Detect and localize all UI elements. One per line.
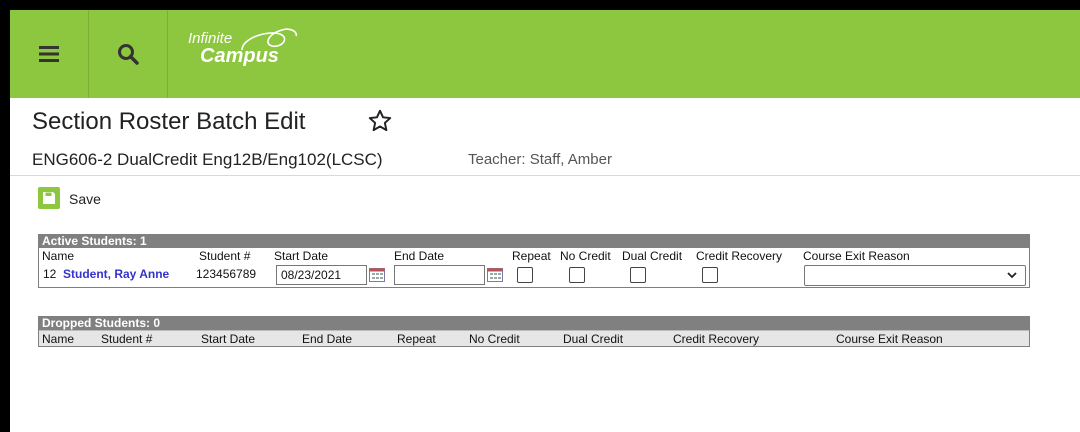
save-icon <box>43 192 55 204</box>
col-no-credit: No Credit <box>469 332 520 346</box>
col-name: Name <box>42 332 75 346</box>
col-course-exit-reason: Course Exit Reason <box>803 249 910 263</box>
col-credit-recovery: Credit Recovery <box>696 249 783 263</box>
repeat-checkbox[interactable] <box>517 267 533 283</box>
chevron-down-icon <box>1007 272 1017 279</box>
col-end-date: End Date <box>302 332 353 346</box>
col-course-exit-reason: Course Exit Reason <box>836 332 943 346</box>
dropped-students-panel: Dropped Students: 0 Name Student # Start… <box>38 316 1030 347</box>
col-no-credit: No Credit <box>560 249 611 263</box>
col-dual-credit: Dual Credit <box>622 249 683 263</box>
app-window: Infinite Campus Section Roster Batch Edi… <box>10 10 1080 432</box>
col-start-date: Start Date <box>201 332 256 346</box>
active-students-heading: Active Students: 1 <box>39 235 1029 248</box>
dropped-column-headers: Name Student # Start Date End Date Repea… <box>39 330 1029 346</box>
col-student-number: Student # <box>199 249 251 263</box>
end-date-input[interactable] <box>394 265 485 285</box>
dual-credit-checkbox[interactable] <box>630 267 646 283</box>
col-end-date: End Date <box>394 249 445 263</box>
col-dual-credit: Dual Credit <box>563 332 624 346</box>
top-navigation-bar: Infinite Campus <box>10 10 1080 98</box>
col-start-date: Start Date <box>274 249 329 263</box>
col-repeat: Repeat <box>397 332 436 346</box>
teacher-label: Teacher: Staff, Amber <box>468 151 612 168</box>
search-icon <box>118 44 139 65</box>
page-title: Section Roster Batch Edit <box>32 108 306 135</box>
active-column-headers: Name Student # Start Date End Date Repea… <box>39 248 1029 263</box>
student-number: 123456789 <box>196 267 257 281</box>
end-date-calendar-icon[interactable] <box>487 268 503 282</box>
save-button[interactable] <box>38 187 60 209</box>
dropped-students-heading: Dropped Students: 0 <box>39 317 1029 330</box>
col-name: Name <box>42 249 75 263</box>
star-outline-icon[interactable] <box>367 108 393 134</box>
credit-recovery-checkbox[interactable] <box>702 267 718 283</box>
course-exit-reason-select[interactable] <box>804 265 1026 286</box>
hamburger-menu-button[interactable] <box>10 10 89 98</box>
header-divider <box>10 175 1080 176</box>
search-button[interactable] <box>89 10 168 98</box>
col-student-number: Student # <box>101 332 153 346</box>
hamburger-menu-icon <box>39 46 59 62</box>
section-name: ENG606-2 DualCredit Eng12B/Eng102(LCSC) <box>32 150 383 169</box>
save-label[interactable]: Save <box>69 191 101 207</box>
student-name-link[interactable]: Student, Ray Anne <box>63 267 169 281</box>
start-date-calendar-icon[interactable] <box>369 268 385 282</box>
start-date-input[interactable] <box>276 265 367 285</box>
no-credit-checkbox[interactable] <box>569 267 585 283</box>
student-grade: 12 <box>43 267 57 281</box>
table-row: 12 Student, Ray Anne 123456789 <box>39 263 1029 287</box>
active-students-panel: Active Students: 1 Name Student # Start … <box>38 234 1030 288</box>
col-repeat: Repeat <box>512 249 551 263</box>
logo-swoosh-icon <box>241 28 298 51</box>
col-credit-recovery: Credit Recovery <box>673 332 760 346</box>
